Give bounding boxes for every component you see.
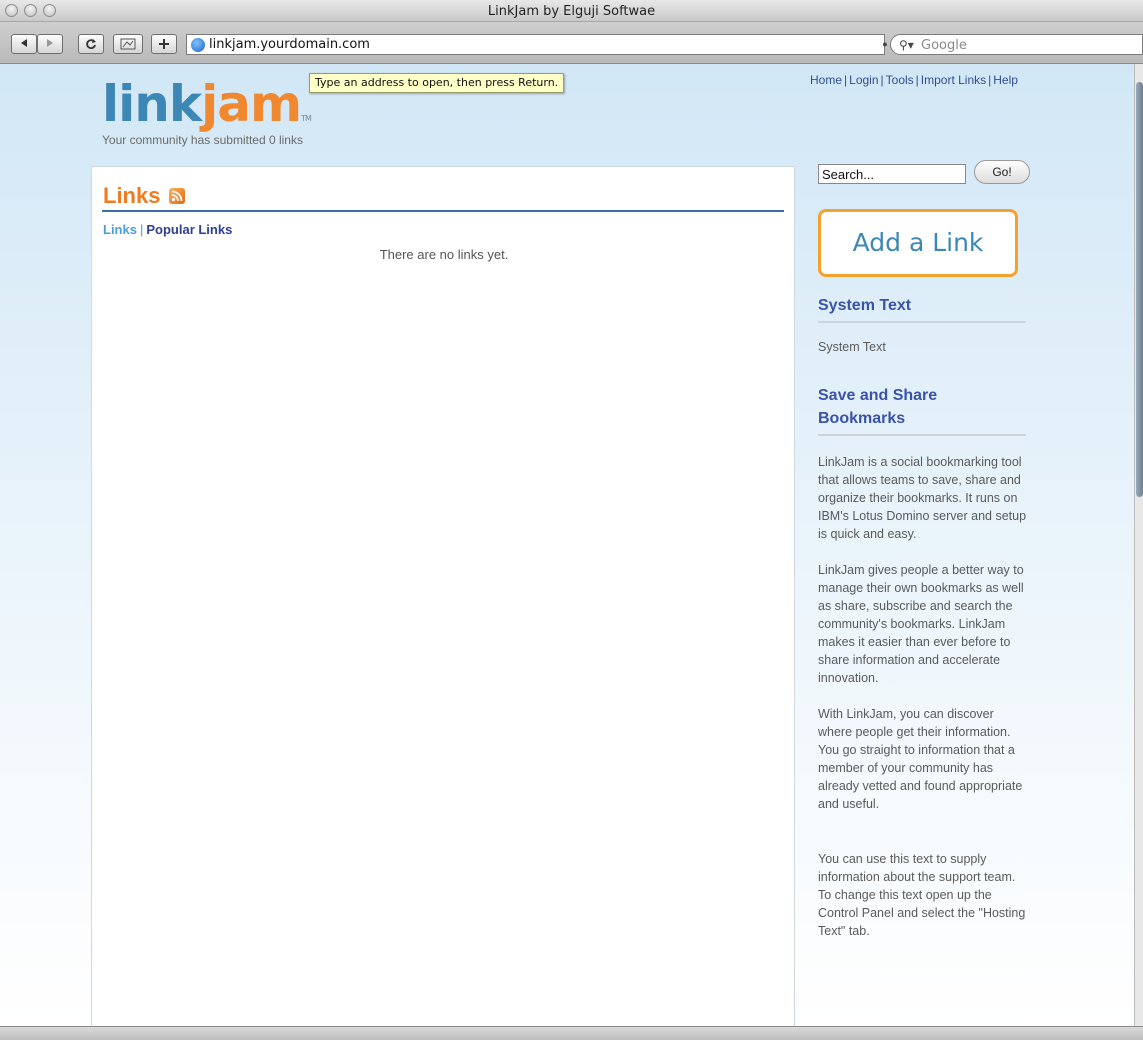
address-bar[interactable]: linkjam.yourdomain.com [186,34,885,55]
back-arrow-icon [21,39,27,47]
vertical-scrollbar[interactable] [1134,64,1143,1026]
about-paragraph-1: LinkJam is a social bookmarking tool that… [818,455,1027,541]
search-input[interactable] [818,164,966,184]
nav-login[interactable]: Login [849,73,878,87]
window-title: LinkJam by Elguji Softwae [487,4,656,19]
page-viewport: linkjamTM Your community has submitted 0… [0,64,1134,1026]
plus-icon [159,39,169,49]
nav-home[interactable]: Home [810,73,842,87]
page-title: Links [103,183,161,208]
search-icon: ⚲▾ [899,38,914,52]
system-text-heading: System Text [818,294,1026,323]
forward-button[interactable] [37,34,63,54]
system-text-body: System Text [818,340,886,354]
google-search-field[interactable]: ⚲▾ Google [890,34,1143,55]
support-paragraph: You can use this text to supply informati… [818,852,1026,938]
add-link-button[interactable]: Add a Link [818,209,1018,277]
links-subnav: Links | Popular Links [103,222,233,237]
submission-count: Your community has submitted 0 links [102,133,303,147]
back-button[interactable] [11,34,37,54]
empty-state-message: There are no links yet. [379,247,509,262]
snapback-icon [120,38,136,50]
tab-popular-links[interactable]: Popular Links [146,222,232,237]
status-bar [0,1026,1143,1040]
links-panel: Links Links | Popular Links There are no l… [91,166,795,1026]
reload-icon [86,39,96,49]
address-url: linkjam.yourdomain.com [209,37,370,52]
title-divider [102,210,784,212]
about-paragraph-3: With LinkJam, you can discover where peop… [818,707,1023,811]
add-bookmark-button[interactable] [151,34,177,54]
save-share-heading: Save and Share Bookmarks [818,384,1026,436]
browser-toolbar: linkjam.yourdomain.com ● ⚲▾ Google [0,22,1143,64]
go-button[interactable]: Go! [974,160,1030,184]
rss-icon[interactable] [169,188,185,204]
snapback-button[interactable] [113,34,143,54]
about-paragraph-2: LinkJam gives people a better way to mana… [818,563,1024,685]
address-tooltip: Type an address to open, then press Retu… [309,73,565,93]
forward-arrow-icon [47,39,53,47]
reload-button[interactable] [78,34,104,54]
nav-import-links[interactable]: Import Links [921,73,986,87]
globe-icon [191,38,205,52]
browser-window: LinkJam by Elguji Softwae linkjam.yourdo… [0,0,1143,1040]
top-navigation: Home | Login | Tools | Import Links | Help [810,73,1018,87]
tab-links[interactable]: Links [103,222,137,237]
nav-help[interactable]: Help [993,73,1018,87]
scrollbar-thumb[interactable] [1136,82,1143,497]
google-search-placeholder: Google [921,38,967,53]
title-bar: LinkJam by Elguji Softwae [0,0,1143,22]
nav-tools[interactable]: Tools [886,73,914,87]
